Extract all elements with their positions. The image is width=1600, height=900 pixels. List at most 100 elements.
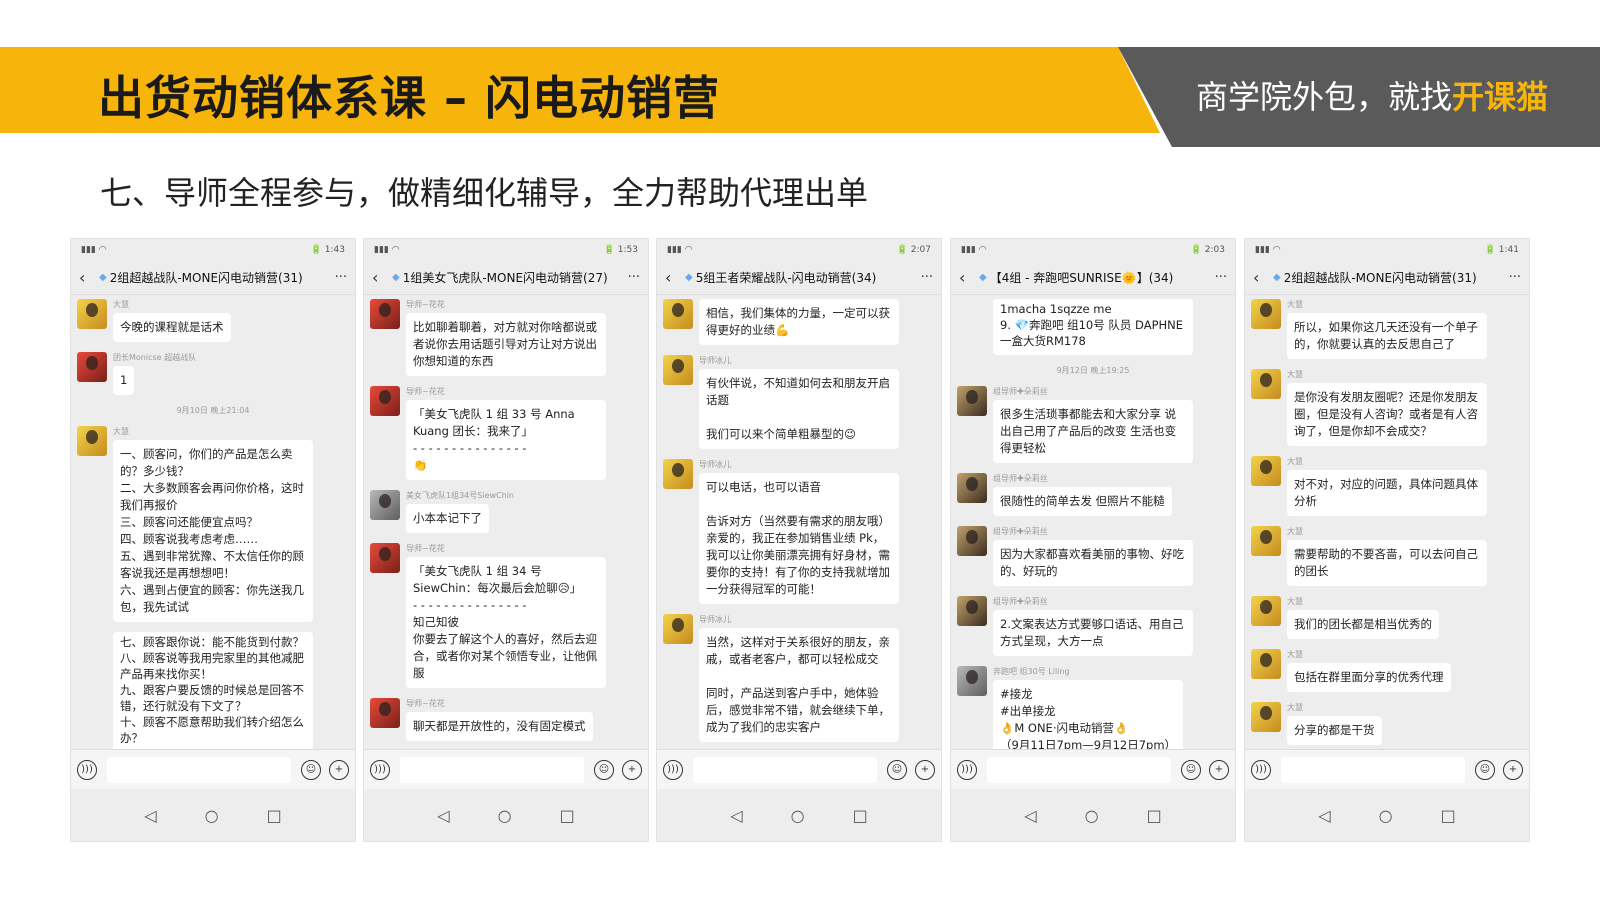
avatar[interactable] [663, 355, 693, 385]
message-bubble[interactable]: 是你没有发朋友圈呢？还是你发朋友圈，但是没有人咨询？或者是有人咨询了，但是你却不… [1287, 383, 1487, 446]
more-options-icon[interactable]: ··· [335, 270, 347, 285]
message-bubble[interactable]: 聊天都是开放性的，没有固定模式 [406, 712, 593, 741]
back-arrow-icon[interactable]: ‹ [959, 268, 975, 287]
avatar[interactable] [370, 299, 400, 329]
sender-name: 大慧 [1287, 457, 1303, 466]
nav-recent-icon[interactable]: □ [267, 806, 282, 825]
message-bubble[interactable]: 所以，如果你这几天还没有一个单子的，你就要认真的去反思自己了 [1287, 313, 1487, 359]
emoji-icon[interactable]: ☺ [1181, 759, 1201, 780]
message-bubble[interactable]: 一、顾客问，你们的产品是怎么卖的？多少钱？ 二、大多数顾客会再问你价格，这时我们… [113, 440, 313, 622]
nav-home-icon[interactable]: ○ [1379, 806, 1393, 825]
back-arrow-icon[interactable]: ‹ [79, 268, 95, 287]
message-list[interactable]: 1macha 1sqzze me 9. 💎奔跑吧 组10号 队员 DAPHNE … [951, 295, 1235, 749]
voice-icon[interactable]: ))) [370, 759, 390, 780]
nav-back-icon[interactable]: ◁ [1024, 806, 1036, 825]
plus-icon[interactable]: + [915, 759, 935, 780]
avatar[interactable] [370, 698, 400, 728]
emoji-icon[interactable]: ☺ [594, 759, 614, 780]
avatar[interactable] [957, 386, 987, 416]
more-options-icon[interactable]: ··· [921, 270, 933, 285]
nav-back-icon[interactable]: ◁ [730, 806, 742, 825]
nav-home-icon[interactable]: ○ [1085, 806, 1099, 825]
message-bubble[interactable]: 因为大家都喜欢看美丽的事物、好吃的、好玩的 [993, 540, 1193, 586]
avatar[interactable] [957, 473, 987, 503]
message-list[interactable]: 大慧 今晚的课程就是话术 团长Monicse 超越战队 1 9月10日 晚上21:04 大… [71, 295, 355, 749]
message-bubble[interactable]: 小本本记下了 [406, 504, 489, 533]
nav-home-icon[interactable]: ○ [498, 806, 512, 825]
sender-name: 组导师✚朵莉丝 [993, 527, 1048, 536]
avatar[interactable] [77, 352, 107, 382]
message-bubble[interactable]: 比如聊着聊着，对方就对你啥都说或者说你去用话题引导对方让对方说出你想知道的东西 [406, 313, 606, 376]
avatar[interactable] [1251, 649, 1281, 679]
nav-back-icon[interactable]: ◁ [144, 806, 156, 825]
message-bubble[interactable]: 1 [113, 366, 135, 395]
avatar[interactable] [663, 459, 693, 489]
back-arrow-icon[interactable]: ‹ [1253, 268, 1269, 287]
avatar[interactable] [370, 490, 400, 520]
voice-icon[interactable]: ))) [663, 759, 683, 780]
more-options-icon[interactable]: ··· [1215, 270, 1227, 285]
avatar[interactable] [957, 666, 987, 696]
message-bubble[interactable]: 「美女飞虎队 1 组 34 号 SiewChin：每次最后会尬聊😥」 - - -… [406, 557, 606, 688]
message-bubble[interactable]: #接龙 #出单接龙 👌M ONE·闪电动销营👌 （9月11日7pm—9月12日7… [993, 680, 1184, 749]
emoji-icon[interactable]: ☺ [887, 759, 907, 780]
avatar[interactable] [663, 299, 693, 329]
avatar[interactable] [370, 543, 400, 573]
plus-icon[interactable]: + [1503, 759, 1523, 780]
avatar[interactable] [1251, 596, 1281, 626]
nav-back-icon[interactable]: ◁ [437, 806, 449, 825]
more-options-icon[interactable]: ··· [1509, 270, 1521, 285]
emoji-icon[interactable]: ☺ [1475, 759, 1495, 780]
avatar[interactable] [370, 386, 400, 416]
message-bubble[interactable]: 有伙伴说，不知道如何去和朋友开启话题 我们可以来个简单粗暴型的😉 [699, 369, 899, 449]
message-list[interactable]: 大慧 所以，如果你这几天还没有一个单子的，你就要认真的去反思自己了 大慧 是你没有发朋… [1245, 295, 1529, 749]
plus-icon[interactable]: + [329, 759, 349, 780]
avatar[interactable] [1251, 702, 1281, 732]
nav-home-icon[interactable]: ○ [205, 806, 219, 825]
message-bubble[interactable]: 需要帮助的不要吝啬，可以去问自己的团长 [1287, 540, 1487, 586]
avatar[interactable] [663, 614, 693, 644]
avatar[interactable] [1251, 299, 1281, 329]
message-bubble[interactable]: 很多生活琐事都能去和大家分享 说出自己用了产品后的改变 生活也变得更轻松 [993, 400, 1193, 463]
emoji-icon[interactable]: ☺ [301, 759, 321, 780]
message-bubble[interactable]: 分享的都是干货 [1287, 716, 1382, 745]
message-input[interactable] [987, 756, 1171, 783]
plus-icon[interactable]: + [1209, 759, 1229, 780]
message-bubble[interactable]: 我们的团长都是相当优秀的 [1287, 610, 1439, 639]
nav-recent-icon[interactable]: □ [853, 806, 868, 825]
more-options-icon[interactable]: ··· [628, 270, 640, 285]
message-bubble[interactable]: 今晚的课程就是话术 [113, 313, 231, 342]
avatar[interactable] [77, 299, 107, 329]
message-list[interactable]: 导师~花花 比如聊着聊着，对方就对你啥都说或者说你去用话题引导对方让对方说出你想知… [364, 295, 648, 749]
voice-icon[interactable]: ))) [1251, 759, 1271, 780]
back-arrow-icon[interactable]: ‹ [372, 268, 388, 287]
voice-icon[interactable]: ))) [957, 759, 977, 780]
nav-back-icon[interactable]: ◁ [1318, 806, 1330, 825]
plus-icon[interactable]: + [622, 759, 642, 780]
message-bubble[interactable]: 对不对，对应的问题，具体问题具体分析 [1287, 470, 1487, 516]
message-list[interactable]: 相信，我们集体的力量，一定可以获得更好的业绩💪 导师冰儿 有伙伴说，不知道如何去和朋… [657, 295, 941, 749]
avatar[interactable] [957, 526, 987, 556]
nav-recent-icon[interactable]: □ [1147, 806, 1162, 825]
nav-recent-icon[interactable]: □ [560, 806, 575, 825]
message-input[interactable] [107, 756, 291, 783]
voice-icon[interactable]: ))) [77, 759, 97, 780]
message-bubble[interactable]: 很随性的简单去发 但照片不能糙 [993, 487, 1172, 516]
back-arrow-icon[interactable]: ‹ [665, 268, 681, 287]
nav-home-icon[interactable]: ○ [791, 806, 805, 825]
message-bubble[interactable]: 「美女飞虎队 1 组 33 号 Anna Kuang 团长：我来了」 - - -… [406, 400, 606, 480]
message-bubble[interactable]: 当然，这样对于关系很好的朋友，亲戚，或者老客户，都可以轻松成交 同时，产品送到客… [699, 628, 899, 742]
message-bubble[interactable]: 包括在群里面分享的优秀代理 [1287, 663, 1451, 692]
message-bubble[interactable]: 相信，我们集体的力量，一定可以获得更好的业绩💪 [699, 299, 899, 345]
message-bubble[interactable]: 2.文案表达方式要够口语话、用自己方式呈现，大方一点 [993, 610, 1193, 656]
avatar[interactable] [1251, 526, 1281, 556]
nav-recent-icon[interactable]: □ [1441, 806, 1456, 825]
message-bubble[interactable]: 可以电话，也可以语音 告诉对方（当然要有需求的朋友哦）亲爱的，我正在参加销售业绩… [699, 473, 899, 604]
avatar[interactable] [1251, 369, 1281, 399]
message-input[interactable] [400, 756, 584, 783]
avatar[interactable] [1251, 456, 1281, 486]
avatar[interactable] [77, 426, 107, 456]
message-input[interactable] [693, 756, 877, 783]
avatar[interactable] [957, 596, 987, 626]
message-input[interactable] [1281, 756, 1465, 783]
